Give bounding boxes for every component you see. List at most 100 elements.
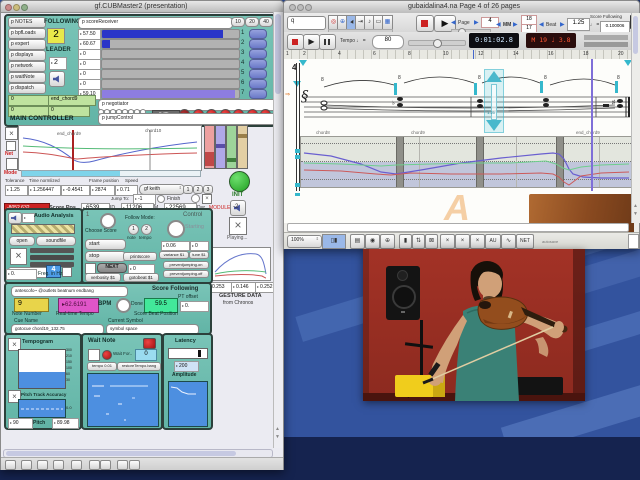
subpatch-waitnote[interactable]: p waitNote	[8, 72, 46, 83]
zoom-button[interactable]	[305, 4, 312, 11]
jump-control-object[interactable]: p jumpControl	[98, 113, 277, 125]
wait-bang-button[interactable]	[143, 338, 156, 349]
gain-slider-green[interactable]	[226, 125, 237, 169]
time-normalized-numbox[interactable]: 1.256447	[28, 185, 61, 196]
pause-playback-button[interactable]	[319, 34, 336, 50]
play-playback-button[interactable]: ▶	[303, 34, 320, 50]
printscore-button[interactable]: printscore	[123, 252, 157, 261]
gotobeat-button[interactable]: gotobeat $1	[123, 273, 159, 282]
tempo-slider[interactable]	[408, 40, 466, 46]
mute-x-icon[interactable]: ×	[455, 234, 470, 249]
note-number-numbox[interactable]: 9	[14, 298, 49, 312]
add-object-icon[interactable]	[37, 460, 48, 470]
close-module-button[interactable]: ×	[5, 127, 18, 140]
voice-pill-1[interactable]	[249, 29, 267, 39]
close-button[interactable]	[5, 4, 12, 11]
grid-icon[interactable]	[117, 460, 128, 470]
subpatch-network[interactable]: p network	[8, 61, 46, 72]
tempo-slider-knob[interactable]	[433, 39, 442, 48]
subpatch-dispatch[interactable]: p dispatch	[8, 83, 46, 94]
layers-icon[interactable]: ▤	[350, 234, 365, 249]
control-button[interactable]	[167, 220, 185, 238]
stop-playback-button[interactable]	[287, 34, 304, 50]
small-toggle[interactable]	[6, 141, 16, 151]
finish-x-toggle[interactable]: ×	[202, 194, 212, 204]
score-page[interactable]: 4 ⇒ § ♭	[284, 59, 639, 223]
tempo-scale-button[interactable]: tempo 0.01	[87, 362, 117, 371]
preset-3-button[interactable]: 3	[203, 185, 213, 194]
presentation-icon[interactable]	[53, 460, 64, 470]
latency-numbox[interactable]: 200	[174, 361, 199, 372]
gain-slider-tan[interactable]	[237, 125, 248, 169]
scroll-down-icon[interactable]: ▼	[275, 434, 280, 440]
voice-pill-4[interactable]	[249, 59, 267, 69]
wait-count-numbox[interactable]: 0	[135, 349, 157, 361]
close-button[interactable]	[289, 4, 296, 11]
restore-tempo-button[interactable]: restoreTempo.bang	[117, 362, 161, 371]
playing-toggle[interactable]: ×	[229, 217, 247, 235]
tolerance-numbox[interactable]: 1.25	[5, 185, 28, 196]
minimize-button[interactable]	[13, 4, 20, 11]
audio-toggle-button[interactable]	[8, 212, 22, 224]
voice-slider-6[interactable]	[101, 79, 240, 89]
orange-marker-icon[interactable]: ⇒	[285, 91, 290, 98]
layout-tool-icon[interactable]: ▦	[382, 15, 393, 30]
preset-2-button[interactable]: 2	[193, 185, 203, 194]
bars-icon[interactable]: ▮	[399, 234, 412, 249]
start-button[interactable]: start	[85, 239, 126, 250]
voice-slider-3[interactable]	[101, 49, 240, 59]
variance-numbox[interactable]: 0.06	[161, 241, 190, 251]
wait-indicator[interactable]	[102, 350, 112, 360]
box-x-icon[interactable]: ⊠	[425, 234, 438, 249]
quick-entry-field[interactable]: q	[287, 16, 326, 30]
subpatch-expert[interactable]: p expert	[8, 39, 46, 50]
voice-pill-6[interactable]	[249, 79, 267, 89]
stop-button[interactable]: stop	[85, 251, 126, 262]
page-prev-icon[interactable]: ◀	[451, 19, 456, 26]
voice-pill-7[interactable]	[249, 89, 267, 99]
audio-on-button[interactable]	[49, 71, 65, 87]
zoom-dropdown[interactable]: 100%⇕	[287, 235, 322, 248]
choose-score-button[interactable]	[100, 213, 116, 229]
gesture-value-2[interactable]: 0.146	[231, 282, 256, 293]
range-10-button[interactable]: 10	[231, 17, 245, 27]
midi-icon[interactable]: ∿	[501, 234, 516, 249]
voice-slider-7[interactable]	[101, 89, 240, 99]
voice-slider-1[interactable]	[101, 29, 240, 39]
yin-toggle[interactable]	[62, 267, 72, 277]
next-button[interactable]: NEXT	[97, 263, 127, 273]
page-view-button[interactable]: ▯▮	[322, 234, 346, 249]
latency-slider-thumb[interactable]	[198, 350, 201, 357]
mode-note-button[interactable]: 1	[128, 224, 139, 235]
following-number[interactable]: 2	[47, 28, 65, 44]
verbosity-button[interactable]: verbosity $1	[85, 273, 121, 282]
net-button[interactable]: NET	[516, 234, 534, 249]
range-20-button[interactable]: 20	[245, 17, 259, 27]
minimize-button[interactable]	[297, 4, 304, 11]
lock-icon[interactable]	[5, 460, 16, 470]
score-vscrollbar[interactable]: ▲ ▼	[631, 13, 640, 223]
hscroll-thumb[interactable]	[6, 451, 236, 456]
preset-1-button[interactable]: 1	[183, 185, 193, 194]
finish-radio[interactable]	[191, 194, 200, 203]
page-next-icon[interactable]: ▶	[474, 19, 479, 26]
net-toggle[interactable]	[6, 158, 18, 170]
partial-button[interactable]	[628, 234, 639, 249]
settings-icon[interactable]	[129, 460, 140, 470]
score-hscrollbar[interactable]	[287, 223, 629, 232]
leader-number[interactable]: 2	[49, 57, 67, 70]
scroll-up-icon[interactable]: ▲	[275, 426, 280, 432]
tune-button[interactable]: tune $1	[189, 251, 209, 259]
antescofo-object[interactable]: antescofo~ @outlets beatnum endbang	[11, 286, 128, 297]
voice-pill-5[interactable]	[249, 69, 267, 79]
au-button[interactable]: AU	[485, 234, 501, 249]
subpatch-displays[interactable]: p displays	[8, 50, 46, 61]
vscroll-thumb[interactable]	[633, 16, 638, 54]
scroll-up-icon[interactable]: ▲	[633, 203, 638, 209]
voice-slider-4[interactable]	[101, 59, 240, 69]
tune-numbox[interactable]: 0	[190, 241, 209, 251]
mm-next-icon[interactable]: ▶	[513, 21, 518, 28]
frame-position-numbox[interactable]: 2874	[90, 185, 115, 196]
cue-state-box[interactable]: end_chord9	[48, 95, 96, 106]
freq-numbox[interactable]: 0.	[6, 269, 37, 280]
